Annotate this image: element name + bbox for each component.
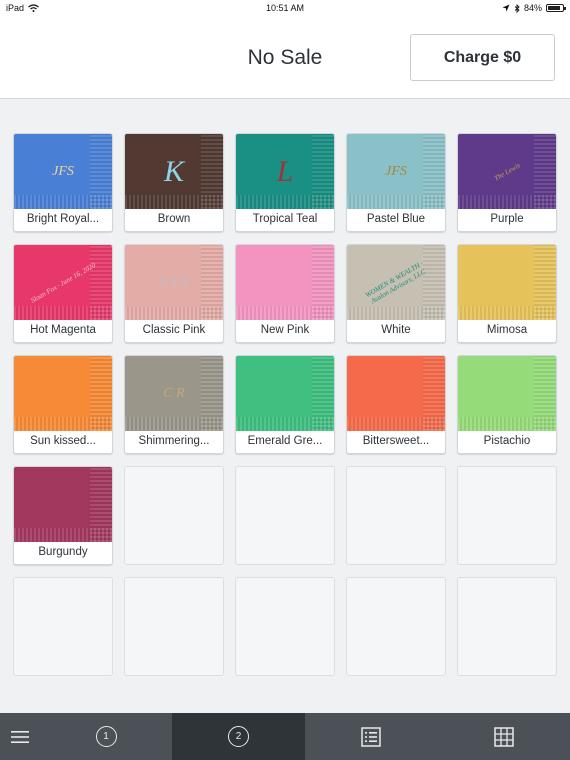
empty-tile[interactable] bbox=[346, 466, 446, 565]
item-image bbox=[14, 356, 112, 431]
item-image: The Lewis bbox=[458, 134, 556, 209]
monogram-print: C R bbox=[163, 385, 185, 401]
item-grid: JFS Bright Royal... K Brown L Tropical Teal JF… bbox=[13, 133, 557, 676]
item-label: Emerald Gre... bbox=[247, 435, 323, 447]
item-label: New Pink bbox=[260, 324, 310, 336]
item-tile[interactable]: Pistachio bbox=[457, 355, 557, 454]
item-image: Sloan Fox · June 16, 2020 bbox=[14, 245, 112, 320]
monogram-print: JFS bbox=[52, 163, 74, 179]
monogram-print: S S S bbox=[160, 274, 188, 290]
item-tile[interactable]: New Pink bbox=[235, 244, 335, 343]
item-label: Sun kissed... bbox=[30, 435, 96, 447]
bluetooth-icon bbox=[514, 3, 520, 13]
item-image bbox=[236, 245, 334, 320]
monogram-print: L bbox=[276, 154, 294, 188]
item-tile[interactable]: Burgundy bbox=[13, 466, 113, 565]
item-label: White bbox=[381, 324, 411, 336]
item-image bbox=[458, 245, 556, 320]
status-bar: iPad 10:51 AM 84% bbox=[0, 0, 570, 18]
item-tile[interactable]: JFS Bright Royal... bbox=[13, 133, 113, 232]
item-label: Classic Pink bbox=[142, 324, 206, 336]
sale-title: No Sale bbox=[247, 46, 323, 69]
empty-tile[interactable] bbox=[346, 577, 446, 676]
empty-tile[interactable] bbox=[457, 466, 557, 565]
item-tile[interactable]: Bittersweet... bbox=[346, 355, 446, 454]
empty-tile[interactable] bbox=[457, 577, 557, 676]
monogram-print: WOMEN & WEALTH · Avalon Advisors, LLC bbox=[363, 259, 427, 305]
item-image: L bbox=[236, 134, 334, 209]
empty-tile[interactable] bbox=[235, 466, 335, 565]
empty-tile[interactable] bbox=[124, 466, 224, 565]
item-tile[interactable]: S S S Classic Pink bbox=[124, 244, 224, 343]
item-tile[interactable]: WOMEN & WEALTH · Avalon Advisors, LLC Whi… bbox=[346, 244, 446, 343]
charge-button[interactable]: Charge $0 bbox=[410, 34, 555, 81]
tab-page-1[interactable]: 1 bbox=[40, 713, 172, 760]
item-image bbox=[14, 467, 112, 542]
monogram-print: Sloan Fox · June 16, 2020 bbox=[29, 260, 97, 305]
item-tile[interactable]: Mimosa bbox=[457, 244, 557, 343]
item-label: Tropical Teal bbox=[252, 213, 318, 225]
bottom-tab-bar: 1 2 bbox=[0, 713, 570, 760]
item-image bbox=[458, 356, 556, 431]
item-label: Shimmering... bbox=[138, 435, 210, 447]
item-label: Bright Royal... bbox=[26, 213, 100, 225]
item-label: Purple bbox=[490, 213, 524, 225]
monogram-print: JFS bbox=[385, 163, 407, 179]
item-tile[interactable]: The Lewis Purple bbox=[457, 133, 557, 232]
location-arrow-icon bbox=[502, 4, 510, 12]
item-image: S S S bbox=[125, 245, 223, 320]
hamburger-menu-icon bbox=[11, 730, 29, 743]
item-label: Hot Magenta bbox=[30, 324, 96, 336]
header: No Sale Charge $0 bbox=[0, 18, 570, 99]
tab-menu[interactable] bbox=[0, 713, 40, 760]
tab-page-2[interactable]: 2 bbox=[172, 713, 305, 760]
circle-number-icon: 2 bbox=[228, 726, 249, 747]
item-image: K bbox=[125, 134, 223, 209]
status-time: 10:51 AM bbox=[265, 3, 305, 13]
battery-percent: 84% bbox=[523, 3, 542, 13]
item-tile[interactable]: K Brown bbox=[124, 133, 224, 232]
item-tile[interactable]: JFS Pastel Blue bbox=[346, 133, 446, 232]
item-image: WOMEN & WEALTH · Avalon Advisors, LLC bbox=[347, 245, 445, 320]
tab-grid[interactable] bbox=[437, 713, 570, 760]
item-label: Pistachio bbox=[483, 435, 531, 447]
monogram-print: The Lewis bbox=[492, 160, 522, 183]
list-view-icon bbox=[361, 726, 381, 747]
item-image bbox=[236, 356, 334, 431]
grid-view-icon bbox=[493, 726, 514, 747]
item-label: Mimosa bbox=[486, 324, 528, 336]
monogram-print: K bbox=[163, 154, 184, 188]
circle-number-icon: 1 bbox=[95, 726, 117, 747]
item-image bbox=[347, 356, 445, 431]
item-tile[interactable]: Sun kissed... bbox=[13, 355, 113, 454]
battery-level bbox=[548, 6, 560, 10]
empty-tile[interactable] bbox=[124, 577, 224, 676]
item-label: Burgundy bbox=[38, 546, 88, 558]
item-tile[interactable]: C R Shimmering... bbox=[124, 355, 224, 454]
tab-list[interactable] bbox=[305, 713, 437, 760]
item-tile[interactable]: L Tropical Teal bbox=[235, 133, 335, 232]
empty-tile[interactable] bbox=[235, 577, 335, 676]
empty-tile[interactable] bbox=[13, 577, 113, 676]
item-label: Bittersweet... bbox=[362, 435, 430, 447]
item-label: Pastel Blue bbox=[366, 213, 426, 225]
item-image: C R bbox=[125, 356, 223, 431]
item-image: JFS bbox=[14, 134, 112, 209]
item-label: Brown bbox=[157, 213, 191, 225]
battery-icon bbox=[546, 4, 566, 12]
item-tile[interactable]: Sloan Fox · June 16, 2020 Hot Magenta bbox=[13, 244, 113, 343]
item-tile[interactable]: Emerald Gre... bbox=[235, 355, 335, 454]
item-image: JFS bbox=[347, 134, 445, 209]
